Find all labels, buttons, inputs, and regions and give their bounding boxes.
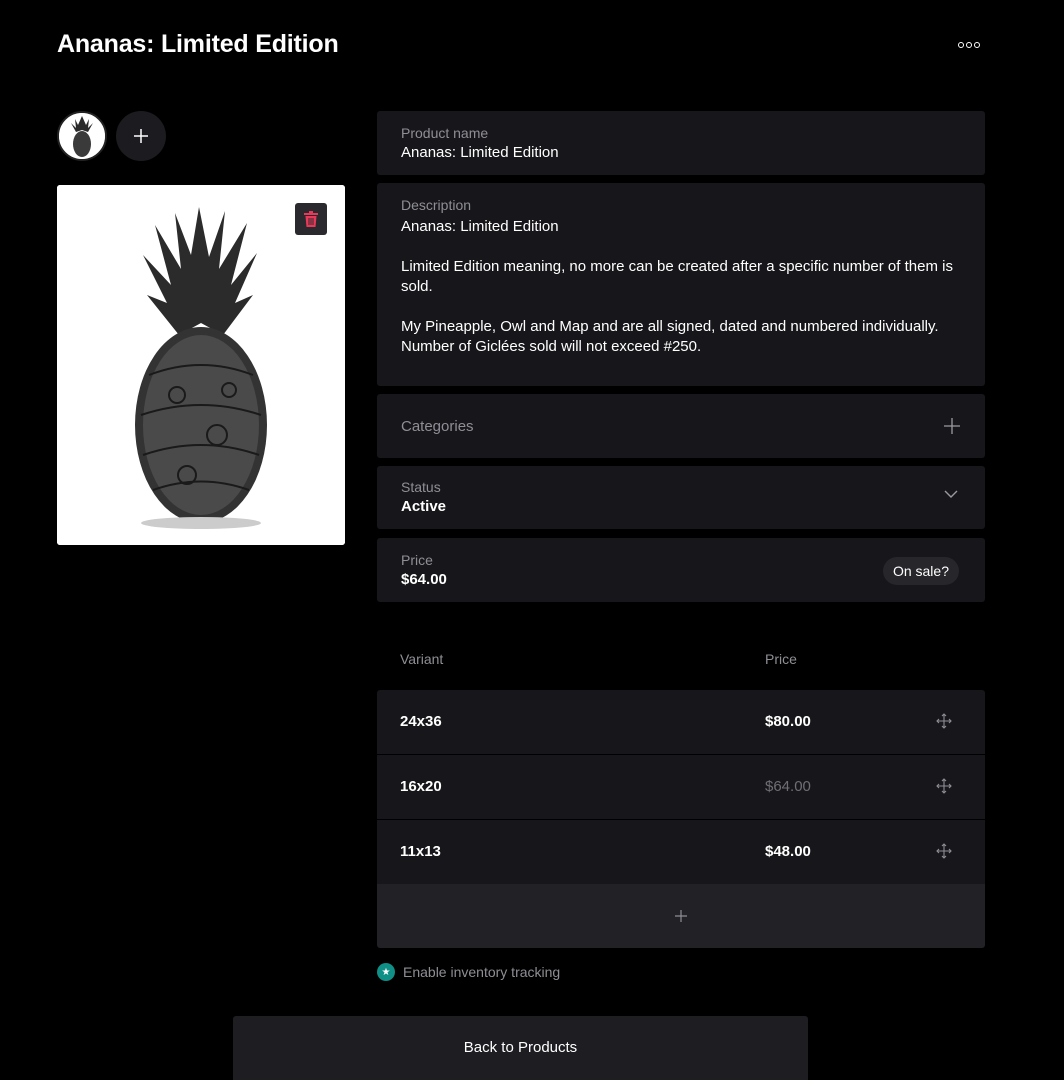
plus-icon[interactable] [943,417,961,435]
price-column-header: Price [765,651,797,667]
delete-image-button[interactable] [295,203,327,235]
move-icon[interactable] [936,713,952,729]
add-image-button[interactable] [116,111,166,161]
plus-icon [134,129,148,143]
description-value[interactable]: Ananas: Limited Edition Limited Edition … [401,217,961,357]
product-name-field[interactable]: Product name Ananas: Limited Edition [377,111,985,175]
status-select[interactable]: Status Active [377,466,985,529]
price-value[interactable]: $64.00 [401,571,961,588]
trash-icon [304,211,318,227]
variant-column-header: Variant [400,651,444,667]
plus-icon [675,910,687,922]
variant-name: 16x20 [400,778,442,795]
price-label: Price [401,552,433,568]
status-value: Active [401,498,447,515]
variant-row[interactable]: 24x36 $80.00 [377,690,985,754]
variant-name: 11x13 [400,843,441,860]
categories-field[interactable]: Categories [377,394,985,458]
price-field[interactable]: Price $64.00 On sale? [377,538,985,602]
categories-label: Categories [401,417,474,435]
move-icon[interactable] [936,778,952,794]
pineapple-thumbnail-image [59,113,105,159]
more-options-button[interactable] [952,34,986,56]
product-thumbnail[interactable] [57,111,107,161]
on-sale-button[interactable]: On sale? [882,557,959,585]
variant-row[interactable]: 16x20 $64.00 [377,755,985,819]
status-label: Status [401,479,441,495]
move-icon[interactable] [936,843,952,859]
variant-price: $80.00 [765,713,811,730]
product-name-value[interactable]: Ananas: Limited Edition [401,144,961,161]
add-variant-button[interactable] [377,884,985,948]
variant-price: $48.00 [765,843,811,860]
variant-price: $64.00 [765,778,811,795]
chevron-down-icon [944,490,958,498]
variant-name: 24x36 [400,713,442,730]
page-title: Ananas: Limited Edition [57,30,339,58]
star-icon: ★ [377,963,395,981]
description-label: Description [401,197,472,213]
variant-row[interactable]: 11x13 $48.00 [377,820,985,884]
pineapple-image [57,185,345,545]
back-to-products-button[interactable]: Back to Products [233,1016,808,1080]
more-horizontal-icon [958,42,964,48]
description-field[interactable]: Description Ananas: Limited Edition Limi… [377,183,985,386]
main-product-image [57,185,345,545]
inventory-tracking-label: Enable inventory tracking [403,964,561,980]
inventory-tracking-toggle[interactable]: ★ Enable inventory tracking [377,963,560,981]
product-name-label: Product name [401,125,489,141]
